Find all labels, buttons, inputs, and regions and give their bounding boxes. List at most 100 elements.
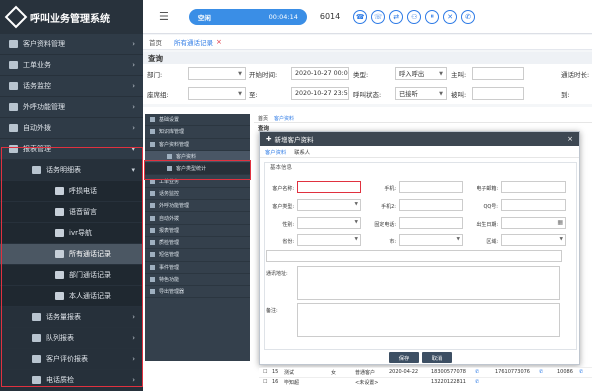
inner-sidebar-item[interactable]: 话务监控 [145,188,250,201]
sidebar-item[interactable]: 报表管理 ▾ [0,139,143,160]
menu-item-icon [55,229,64,237]
seat-group-select[interactable]: ▼ [188,87,246,100]
row-checkbox[interactable]: ☐ [263,369,267,375]
row-number: 15 [272,369,279,375]
sidebar-item-label: 电话质检 [46,376,74,384]
calendar-icon[interactable]: ▦ [557,219,563,226]
tab-all-call-records[interactable]: 所有通话记录 [168,37,219,47]
qq-input[interactable] [501,199,566,211]
phone2-input[interactable] [399,199,463,211]
inner-sidebar-item[interactable]: 特色功能 [145,274,250,287]
remark-textarea[interactable] [297,303,560,337]
conference-icon[interactable]: ⚇ [407,9,422,24]
menu-item-icon [150,277,155,282]
sidebar-item[interactable]: 客户资料管理 › [0,34,143,55]
table-row[interactable]: ☐ 16 毕知超 <未设置> 13220122811 ✆ [259,377,592,386]
dial-icon[interactable]: ✆ [579,369,583,375]
tab-customer-info[interactable]: 客户资料 [265,148,286,156]
row-checkbox[interactable]: ☐ [263,379,267,385]
inner-sidebar-item[interactable]: 知识库管理 [145,126,250,139]
sidebar-item[interactable]: 话务明细表 ▾ [0,160,143,181]
dialog-close-icon[interactable]: × [567,135,573,143]
inner-sidebar-item[interactable]: 客户资料管理 [145,139,250,151]
save-button[interactable]: 保存 [389,352,419,363]
menu-item-icon [9,145,18,153]
sidebar-item-label: 外呼功能管理 [23,103,65,111]
chevron-down-icon: ▼ [439,70,443,77]
transfer-icon[interactable]: ⇄ [389,9,404,24]
sidebar-item-label: 工单业务 [23,61,51,69]
email-input[interactable] [501,181,566,193]
sidebar-item-label: 语音留言 [69,208,97,216]
call-in-icon[interactable]: ☏ [371,9,386,24]
hangup-icon[interactable]: ✆ [461,9,476,24]
sidebar-item-label: 报表管理 [23,145,51,153]
tab-close-icon[interactable]: × [216,38,222,46]
inner-sidebar-item[interactable]: 基础设置 [145,114,250,127]
district-select[interactable]: ▼ [501,234,566,246]
customer-type-select[interactable]: ▼ [297,199,361,211]
inner-sidebar-item[interactable]: 导出管理器 [145,286,250,299]
sidebar-item-label: 所有通话记录 [69,250,111,258]
customer-name-input[interactable] [297,181,361,193]
dial-icon[interactable]: ✆ [539,369,543,375]
caller-input[interactable] [472,67,524,80]
phone-input[interactable] [399,181,463,193]
inner-sidebar-label: 基础设置 [159,117,180,124]
hold-icon[interactable]: ⏸ [425,9,440,24]
menu-toggle-icon[interactable]: ☰ [159,10,169,23]
sidebar-item[interactable]: 话务监控 › [0,76,143,97]
inner-sidebar-label: 客户资料管理 [159,141,190,148]
address-textarea[interactable] [297,266,560,300]
inner-sidebar-item[interactable]: 短信管理 [145,249,250,262]
sidebar-item[interactable]: ivr导航 [0,223,143,244]
inner-tab-home[interactable]: 首页 [258,115,268,122]
end-time-input[interactable]: 2020-10-27 23:5 [291,87,349,100]
gender-select[interactable]: ▼ [297,217,361,229]
dial-icon[interactable]: ✆ [475,369,479,375]
extra-field[interactable] [266,250,562,262]
tab-contacts[interactable]: 联系人 [294,148,310,156]
inner-sidebar-item[interactable]: 报表管理 [145,225,250,237]
city-select[interactable]: ▼ [399,234,463,246]
sidebar-item[interactable]: 所有通话记录 [0,244,143,265]
inner-sidebar-item[interactable]: 自动外拨 [145,212,250,225]
department-label: 部门: [147,71,163,79]
inner-tab-customer[interactable]: 客户资料 [274,115,294,122]
sidebar-item[interactable]: 电话质检 › [0,370,143,391]
agent-status-pill[interactable]: 空闲 00:04:14 [188,8,307,25]
call-status-select[interactable]: 已接听 ▼ [395,87,447,100]
sidebar-item[interactable]: 工单业务 › [0,55,143,76]
tab-home[interactable]: 首页 [143,37,168,47]
sidebar-item[interactable]: 呼损电话 [0,181,143,202]
menu-item-icon [55,292,64,300]
chevron-icon: › [132,313,135,321]
birth-date-input[interactable]: ▦ [501,217,566,229]
sidebar-item[interactable]: 语音留言 [0,202,143,223]
sidebar-item[interactable]: 部门通话记录 [0,265,143,286]
type-select[interactable]: 呼入呼出 ▼ [395,67,447,80]
sidebar-item[interactable]: 队列报表 › [0,328,143,349]
landline-input[interactable] [399,217,463,229]
sidebar-item[interactable]: 自动外拨 › [0,118,143,139]
province-select[interactable]: ▼ [297,234,361,246]
department-select[interactable]: ▼ [188,67,246,80]
dial-icon[interactable]: ✆ [475,379,479,385]
inner-sidebar-item[interactable]: 外呼功能管理 [145,200,250,213]
sidebar-item[interactable]: 话务量报表 › [0,307,143,328]
sidebar-item[interactable]: 外呼功能管理 › [0,97,143,118]
qq-label: QQ号: [483,204,498,210]
sidebar-item[interactable]: 本人通话记录 [0,286,143,307]
inner-sidebar-item[interactable]: 质检管理 [145,237,250,250]
address-label: 通讯地址: [266,271,288,277]
callee-input[interactable] [472,87,524,100]
phone-icon[interactable]: ☎ [353,9,368,24]
cancel-button[interactable]: 取消 [422,352,452,363]
inner-sidebar-item[interactable]: 事件管理 [145,262,250,274]
mute-icon[interactable]: ✕ [443,9,458,24]
sidebar-item[interactable]: 客户评价报表 › [0,349,143,370]
row-name: 毕知超 [284,379,300,386]
table-row[interactable]: ☐ 15 测试 女 普通客户 2020-04-22 18300577078 ✆ … [259,367,592,376]
app-brand: 呼叫业务管理系统 [0,0,143,34]
start-time-input[interactable]: 2020-10-27 00:0 [291,67,349,80]
